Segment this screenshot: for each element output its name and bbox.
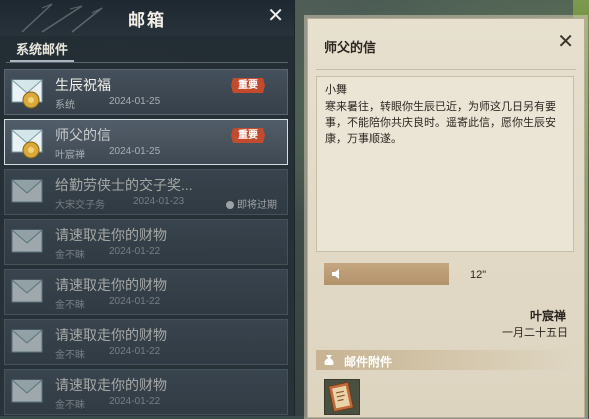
attachments-label: 邮件附件 [344, 355, 393, 369]
important-badge: 重要 [231, 78, 265, 93]
mailbox-header: 邮箱 ✕ [0, 0, 294, 36]
envelope-icon [11, 279, 43, 303]
envelope-coin-icon [11, 79, 43, 109]
mail-sender: 金不眛 [55, 400, 85, 411]
letter-text: 寒来暑往，转眼你生辰已近，为师这几日另有要事，不能陪你共庆良时。遥寄此信，愿你生… [325, 101, 556, 145]
voice-duration: 12" [470, 269, 487, 281]
pouch-icon [324, 355, 334, 365]
mail-date: 2024-01-22 [109, 296, 161, 307]
mail-sender: 金不眛 [55, 300, 85, 311]
mail-title: 请速取走你的财物 [55, 227, 167, 243]
letter-signature: 叶宸禅 [529, 309, 566, 323]
voice-message-button[interactable] [324, 263, 449, 285]
mail-item-collect-goods[interactable]: 请速取走你的财物 金不眛 2024-01-22 [4, 219, 288, 265]
mail-date: 2024-01-25 [109, 96, 161, 107]
mail-sender: 大宋交子务 [55, 200, 105, 211]
mail-date: 2024-01-23 [133, 196, 185, 207]
mail-item-birthday[interactable]: 生辰祝福 系统 2024-01-25 重要 [4, 69, 288, 115]
mail-title: 请速取走你的财物 [55, 277, 167, 293]
mail-title: 生辰祝福 [55, 77, 111, 93]
mail-item-collect-goods[interactable]: 请速取走你的财物 金不眛 2024-01-22 [4, 319, 288, 365]
envelope-icon [11, 179, 43, 203]
mail-date: 2024-01-25 [109, 146, 161, 157]
mailbox-title: 邮箱 [128, 11, 166, 30]
speaker-icon [332, 269, 339, 279]
mail-title: 师父的信 [55, 127, 111, 143]
letter-signature-date: 一月二十五日 [502, 327, 568, 339]
expiring-status: 即将过期 [226, 196, 277, 211]
envelope-icon [11, 379, 43, 403]
mail-title: 请速取走你的财物 [55, 327, 167, 343]
mail-sender: 叶宸禅 [55, 150, 85, 161]
letter-panel: 师父的信 ✕ 小舞 寒来暑往，转眼你生辰已近，为师这几日另有要事，不能陪你共庆良… [307, 18, 585, 418]
mail-item-jiaozi-reward[interactable]: 给勤劳侠士的交子奖... 大宋交子务 2024-01-23 即将过期 [4, 169, 288, 215]
attachment-item-slot[interactable] [324, 379, 360, 415]
mail-item-collect-goods[interactable]: 请速取走你的财物 金不眛 2024-01-22 [4, 369, 288, 415]
mail-date: 2024-01-22 [109, 346, 161, 357]
envelope-icon [11, 229, 43, 253]
tab-divider [6, 62, 288, 63]
mail-sender: 金不眛 [55, 350, 85, 361]
divider [316, 69, 576, 70]
mail-title: 给勤劳侠士的交子奖... [55, 177, 193, 193]
clock-icon [226, 201, 234, 209]
mailbox-panel: 邮箱 ✕ 系统邮件 生辰祝福 系统 2024-01-25 重要 师父的信 叶宸禅… [0, 0, 295, 416]
mail-item-master-letter[interactable]: 师父的信 叶宸禅 2024-01-25 重要 [4, 119, 288, 165]
letter-greeting: 小舞 [325, 84, 347, 96]
letter-body: 小舞 寒来暑往，转眼你生辰已近，为师这几日另有要事，不能陪你共庆良时。遥寄此信，… [316, 76, 574, 252]
mail-title: 请速取走你的财物 [55, 377, 167, 393]
attachments-header: 邮件附件 [316, 350, 574, 370]
important-badge: 重要 [231, 128, 265, 143]
envelope-icon [11, 329, 43, 353]
expiring-label: 即将过期 [237, 200, 277, 211]
mail-date: 2024-01-22 [109, 246, 161, 257]
letter-title: 师父的信 [324, 40, 377, 55]
mail-date: 2024-01-22 [109, 396, 161, 407]
mail-sender: 系统 [55, 100, 75, 111]
mail-item-collect-goods[interactable]: 请速取走你的财物 金不眛 2024-01-22 [4, 269, 288, 315]
close-icon[interactable]: ✕ [267, 5, 284, 27]
scroll-item-icon [327, 381, 355, 413]
mail-sender: 金不眛 [55, 250, 85, 261]
close-icon[interactable]: ✕ [557, 31, 574, 53]
tab-system-mail[interactable]: 系统邮件 [10, 40, 75, 62]
envelope-coin-icon [11, 129, 43, 159]
